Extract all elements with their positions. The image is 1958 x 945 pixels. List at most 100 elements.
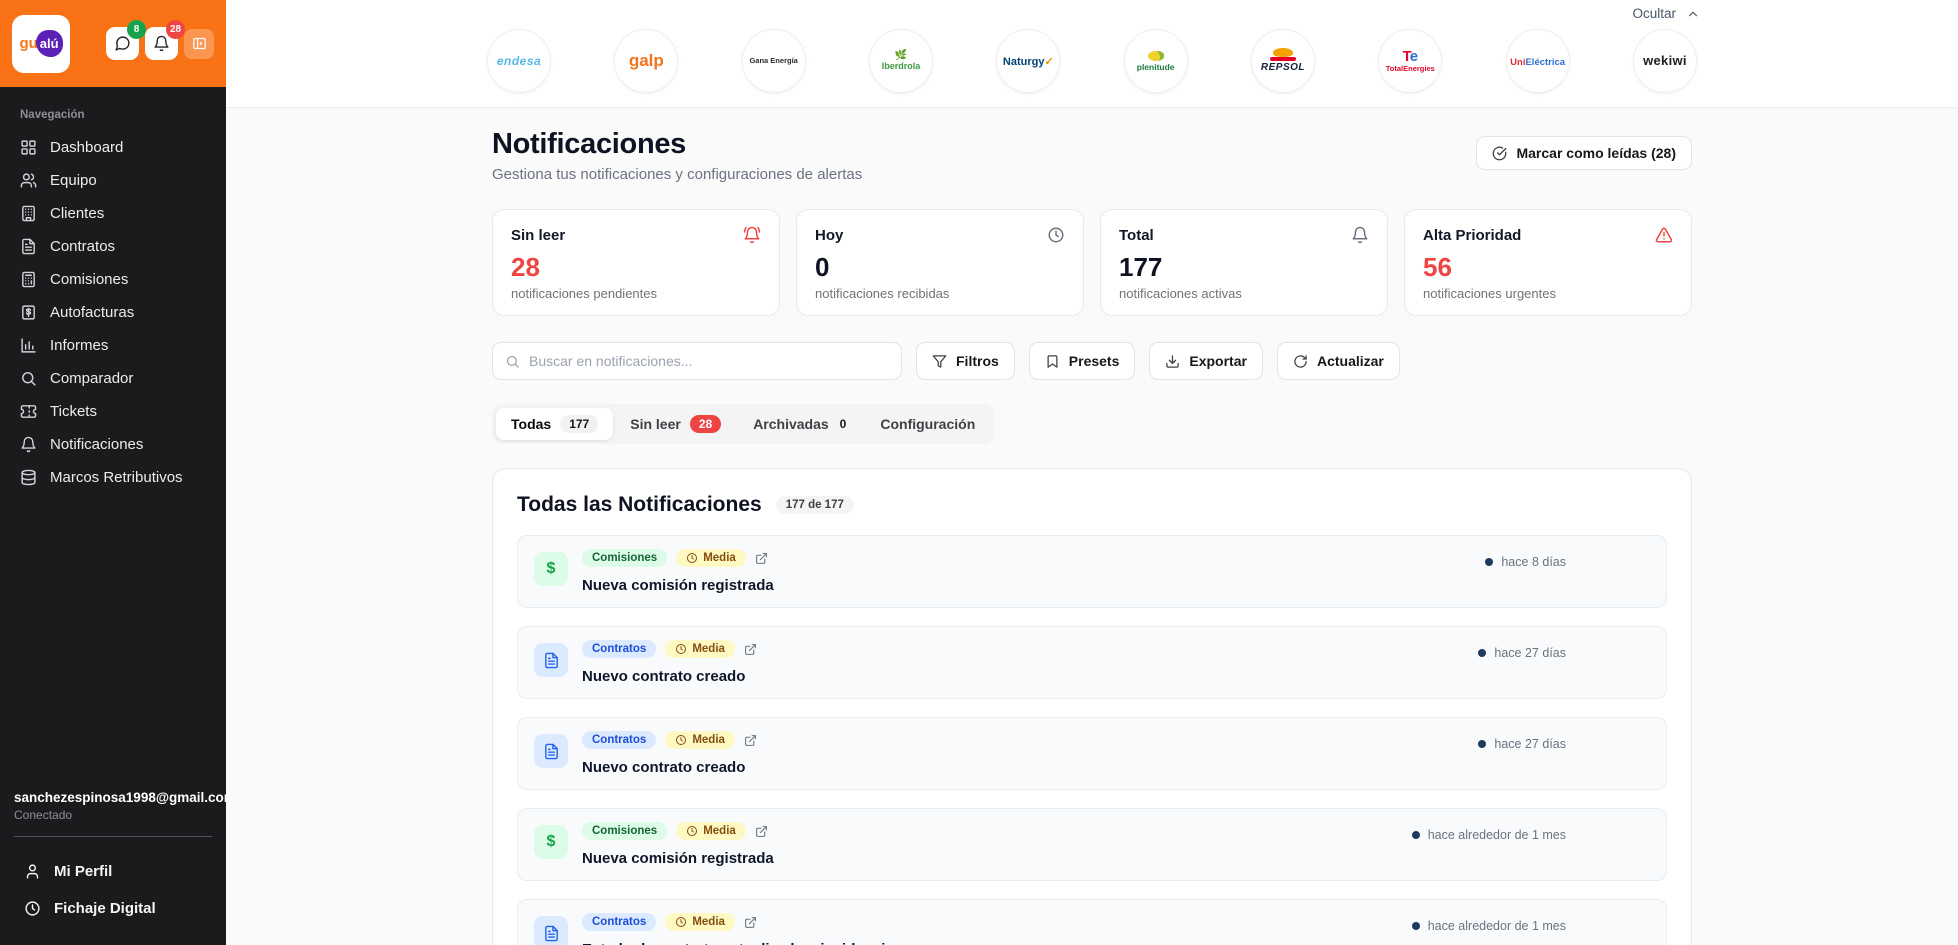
toolbar: Filtros Presets Exportar Actualizar (492, 342, 1692, 380)
priority-badge: Media (676, 549, 746, 567)
sidebar-item-autofacturas[interactable]: Autofacturas (0, 296, 226, 329)
hide-providers-button[interactable]: Ocultar (254, 6, 1930, 21)
sidebar-item-notificaciones[interactable]: Notificaciones (0, 428, 226, 461)
sidebar-item-label: Contratos (50, 238, 116, 255)
provider-logo-endesa[interactable]: endesa (487, 29, 551, 93)
clock-icon (24, 900, 41, 917)
page-content: Notificaciones Gestiona tus notificacion… (226, 108, 1958, 945)
tablist: Todas 177 Sin leer 28 Archivadas 0 Configur… (492, 404, 995, 444)
ticket-icon (20, 403, 37, 420)
notification-title: Estado de contrato actualizado a inciden… (582, 941, 1412, 945)
sidebar-item-label: Mi Perfil (54, 863, 113, 880)
sidebar-item-marcos-retributivos[interactable]: Marcos Retributivos (0, 461, 226, 494)
stat-label: Hoy (815, 226, 844, 244)
sidebar-item-equipo[interactable]: Equipo (0, 164, 226, 197)
invoice-icon (20, 304, 37, 321)
category-badge: Contratos (582, 913, 657, 931)
provider-logos-row: endesa galp Gana Energía 🌿 Iberdrola Natu… (487, 29, 1697, 93)
refresh-button[interactable]: Actualizar (1276, 342, 1400, 380)
sidebar-item-informes[interactable]: Informes (0, 329, 226, 362)
notification-row[interactable]: Contratos Media Nuevo contrato creado ha… (517, 626, 1667, 699)
category-badge: Contratos (582, 731, 657, 749)
divider (14, 836, 212, 837)
stat-card-total: Total 177 notificaciones activas (1100, 209, 1388, 316)
messages-count-badge: 8 (127, 20, 146, 39)
provider-logo-totalenergies[interactable]: Te TotalEnergies (1378, 29, 1443, 93)
wekiwi-logo-text: wekiwi (1643, 53, 1687, 69)
user-email: sanchezespinosa1998@gmail.com (14, 790, 236, 805)
notifications-button[interactable]: 28 (145, 20, 185, 60)
app-logo[interactable]: gu alú (12, 14, 70, 73)
sidebar-item-label: Notificaciones (50, 436, 144, 453)
unread-dot (1478, 649, 1487, 657)
main-area: Ocultar endesa galp Gana Energía 🌿 Iberdr… (226, 0, 1958, 945)
notifications-panel: Todas las Notificaciones 177 de 177 $ Co… (492, 468, 1692, 945)
notification-row[interactable]: $ Comisiones Media Nueva comisión regist… (517, 535, 1667, 608)
presets-button[interactable]: Presets (1028, 342, 1136, 380)
sidebar-item-comparador[interactable]: Comparador (0, 362, 226, 395)
provider-logo-galp[interactable]: galp (614, 29, 679, 93)
sidebar-item-clientes[interactable]: Clientes (0, 197, 226, 230)
tab-todas[interactable]: Todas 177 (496, 408, 614, 440)
provider-logo-naturgy[interactable]: Naturgy✓ (996, 29, 1061, 93)
sidebar-collapse-button[interactable] (184, 28, 214, 59)
provider-logo-plenitude[interactable]: plenitude (1123, 29, 1188, 93)
mark-all-read-button[interactable]: Marcar como leídas (28) (1476, 136, 1692, 170)
search-input[interactable] (529, 353, 889, 369)
stat-value: 0 (815, 252, 830, 282)
sidebar-item-label: Autofacturas (50, 304, 135, 321)
category-badge: Contratos (582, 640, 657, 658)
external-link-icon[interactable] (755, 552, 768, 565)
tab-sin-leer[interactable]: Sin leer 28 (615, 408, 736, 440)
unread-dot (1485, 558, 1494, 566)
notification-row[interactable]: Contratos Media Nuevo contrato creado ha… (517, 717, 1667, 790)
repsol-mark-icon (1269, 48, 1296, 62)
notification-row[interactable]: Contratos Media Estado de contrato actua… (517, 899, 1667, 945)
provider-logo-unielectrica[interactable]: UniEléctrica (1505, 29, 1570, 93)
sidebar-item-contratos[interactable]: Contratos (0, 230, 226, 263)
provider-logo-iberdrola[interactable]: 🌿 Iberdrola (868, 29, 933, 93)
stat-card-alta-prioridad: Alta Prioridad 56 notificaciones urgente… (1404, 209, 1692, 316)
panel-collapse-icon (192, 36, 207, 51)
sidebar-item-label: Fichaje Digital (54, 900, 156, 917)
external-link-icon[interactable] (744, 916, 757, 929)
providers-band: Ocultar endesa galp Gana Energía 🌿 Iberdr… (226, 0, 1958, 108)
stat-card-hoy: Hoy 0 notificaciones recibidas (796, 209, 1084, 316)
tab-count-badge: 177 (560, 415, 599, 433)
sidebar-item-fichaje-digital[interactable]: Fichaje Digital (14, 890, 212, 927)
sidebar-item-label: Comparador (50, 370, 134, 387)
sidebar-item-tickets[interactable]: Tickets (0, 395, 226, 428)
sidebar-item-comisiones[interactable]: Comisiones (0, 263, 226, 296)
plenitude-logo-text: plenitude (1136, 61, 1175, 72)
notification-title: Nuevo contrato creado (582, 668, 746, 685)
stat-caption: notificaciones recibidas (815, 286, 950, 301)
stat-label: Sin leer (511, 226, 566, 244)
naturgy-logo-text: Naturgy (1002, 55, 1045, 68)
sidebar-header: gu alú 8 28 (0, 0, 226, 87)
tab-configuracion[interactable]: Configuración (865, 408, 990, 440)
search-box (492, 342, 902, 380)
external-link-icon[interactable] (744, 643, 757, 656)
stats-row: Sin leer 28 notificaciones pendientes Ho… (492, 209, 1692, 316)
clock-icon (675, 734, 687, 746)
user-status: Conectado (14, 808, 73, 822)
unread-dot (1411, 831, 1420, 839)
notification-time: hace alrededor de 1 mes (1427, 919, 1566, 933)
tab-archivadas[interactable]: Archivadas 0 (738, 408, 863, 440)
messages-button[interactable]: 8 (106, 20, 146, 60)
notification-time: hace 8 días (1501, 555, 1566, 569)
user-icon (24, 863, 41, 880)
dashboard-icon (20, 139, 37, 156)
external-link-icon[interactable] (744, 734, 757, 747)
notification-row[interactable]: $ Comisiones Media Nueva comisión regist… (517, 808, 1667, 881)
external-link-icon[interactable] (755, 825, 768, 838)
sidebar-item-mi-perfil[interactable]: Mi Perfil (14, 853, 212, 890)
search-icon (505, 354, 520, 369)
export-button[interactable]: Exportar (1149, 342, 1263, 380)
provider-logo-repsol[interactable]: REPSOL (1250, 29, 1315, 93)
provider-logo-gana-energia[interactable]: Gana Energía (741, 29, 806, 93)
provider-logo-wekiwi[interactable]: wekiwi (1632, 29, 1697, 93)
panel-count-badge: 177 de 177 (775, 496, 854, 514)
sidebar-item-dashboard[interactable]: Dashboard (0, 131, 226, 164)
filters-button[interactable]: Filtros (916, 342, 1015, 380)
